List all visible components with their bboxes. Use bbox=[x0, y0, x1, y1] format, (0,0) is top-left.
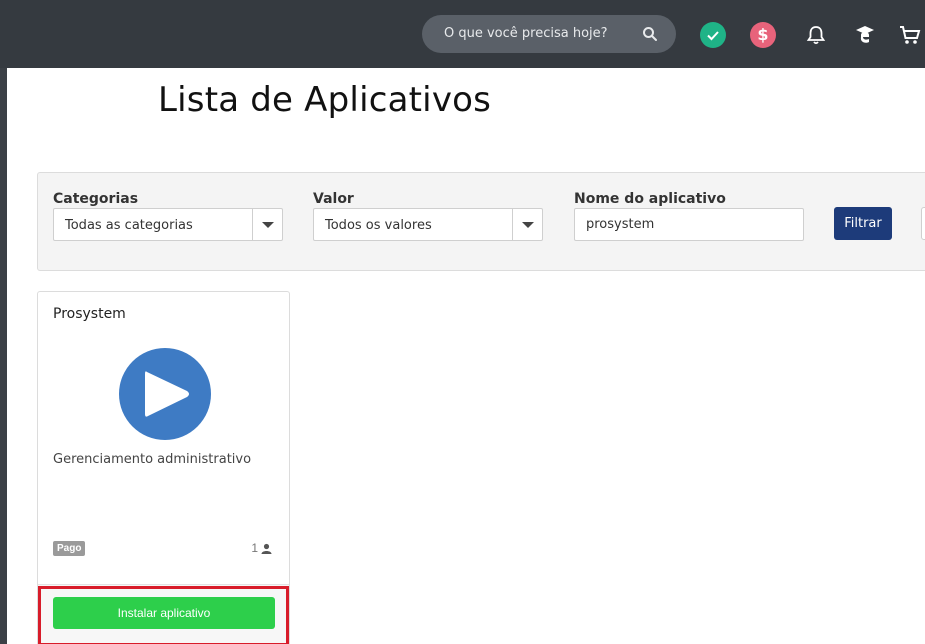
value-label: Valor bbox=[313, 191, 354, 207]
filter-panel: Categorias Todas as categorias Valor Tod… bbox=[37, 172, 925, 271]
app-name-label: Nome do aplicativo bbox=[574, 191, 726, 207]
dollar-circle-icon[interactable]: $ bbox=[750, 22, 776, 48]
check-circle-icon[interactable] bbox=[700, 22, 726, 48]
app-card-title: Prosystem bbox=[53, 306, 126, 322]
category-select[interactable]: Todas as categorias bbox=[53, 208, 283, 241]
search-bar[interactable]: O que você precisa hoje? bbox=[422, 15, 676, 53]
play-icon bbox=[119, 348, 211, 440]
chevron-down-icon bbox=[262, 222, 274, 228]
sidebar-edge bbox=[0, 68, 7, 644]
user-icon bbox=[261, 543, 272, 554]
app-name-input[interactable] bbox=[574, 208, 804, 241]
value-select-value: Todos os valores bbox=[325, 218, 432, 233]
search-input[interactable]: O que você precisa hoje? bbox=[444, 26, 608, 41]
highlight-box bbox=[38, 586, 289, 644]
value-dropdown-toggle[interactable] bbox=[512, 209, 542, 240]
education-icon[interactable] bbox=[852, 22, 878, 48]
search-icon[interactable] bbox=[642, 26, 658, 42]
clear-filter-button[interactable] bbox=[921, 207, 925, 240]
category-label: Categorias bbox=[53, 191, 139, 207]
filter-button[interactable]: Filtrar bbox=[834, 207, 892, 240]
price-badge: Pago bbox=[53, 541, 86, 556]
user-count: 1 bbox=[251, 541, 272, 555]
page-title: Lista de Aplicativos bbox=[158, 80, 492, 120]
category-select-value: Todas as categorias bbox=[65, 218, 193, 233]
cart-icon[interactable] bbox=[897, 22, 923, 48]
category-dropdown-toggle[interactable] bbox=[252, 209, 282, 240]
top-navbar: O que você precisa hoje? $ bbox=[0, 0, 925, 68]
value-select[interactable]: Todos os valores bbox=[313, 208, 543, 241]
bell-icon[interactable] bbox=[803, 22, 829, 48]
user-count-value: 1 bbox=[251, 541, 258, 555]
chevron-down-icon bbox=[522, 222, 534, 228]
app-card-description: Gerenciamento administrativo bbox=[53, 452, 252, 467]
